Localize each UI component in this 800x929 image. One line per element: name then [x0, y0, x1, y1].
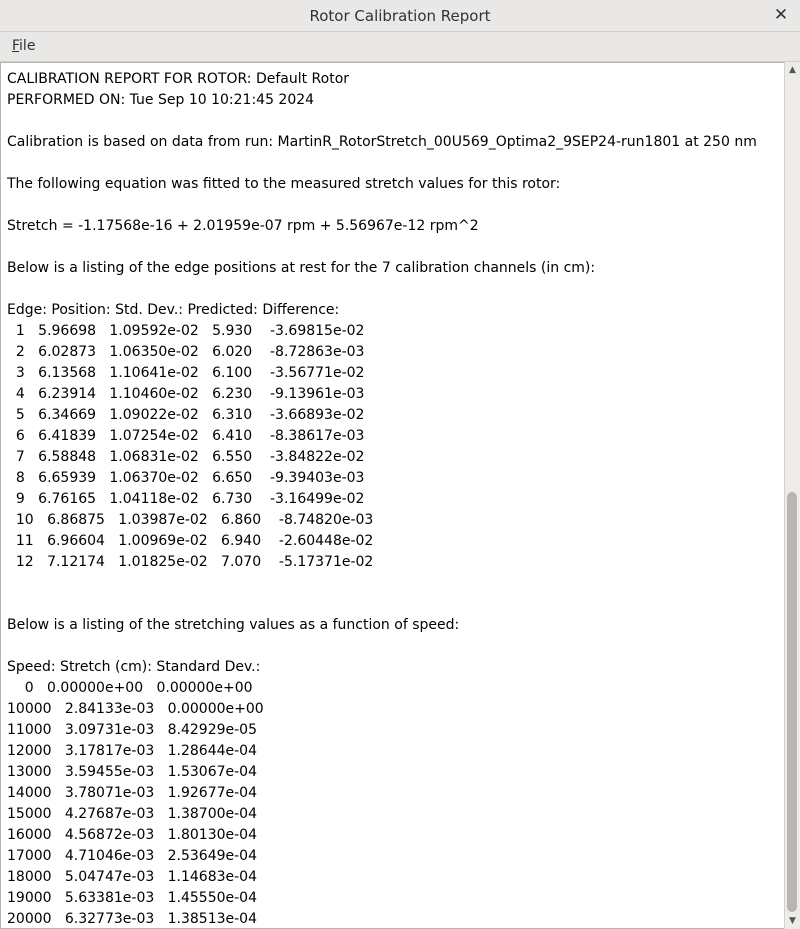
report-line: 5 6.34669 1.09022e-02 6.310 -3.66893e-02 [7, 407, 365, 423]
scroll-up-button[interactable]: ▲ [785, 63, 800, 77]
report-line: Speed: Stretch (cm): Standard Dev.: [7, 659, 261, 675]
report-line: 14000 3.78071e-03 1.92677e-04 [7, 785, 257, 801]
report-line: 6 6.41839 1.07254e-02 6.410 -8.38617e-03 [7, 428, 365, 444]
title-bar[interactable]: Rotor Calibration Report ✕ [0, 0, 800, 32]
report-line: 8 6.65939 1.06370e-02 6.650 -9.39403e-03 [7, 470, 365, 486]
report-line: 17000 4.71046e-03 2.53649e-04 [7, 848, 257, 864]
scroll-down-button[interactable]: ▼ [785, 914, 800, 928]
report-line: 18000 5.04747e-03 1.14683e-04 [7, 869, 257, 885]
report-line: 10000 2.84133e-03 0.00000e+00 [7, 701, 264, 717]
close-icon: ✕ [773, 5, 789, 25]
report-line: 10 6.86875 1.03987e-02 6.860 -8.74820e-0… [7, 512, 374, 528]
report-line: 20000 6.32773e-03 1.38513e-04 [7, 911, 257, 927]
report-line: 7 6.58848 1.06831e-02 6.550 -3.84822e-02 [7, 449, 365, 465]
report-line: Below is a listing of the edge positions… [7, 260, 596, 276]
chevron-up-icon: ▲ [789, 65, 796, 75]
report-line: 3 6.13568 1.10641e-02 6.100 -3.56771e-02 [7, 365, 365, 381]
menu-file-mnemonic: F [12, 38, 20, 54]
report-line: 11000 3.09731e-03 8.42929e-05 [7, 722, 257, 738]
report-line [7, 237, 784, 258]
report-line: Calibration is based on data from run: M… [7, 134, 757, 150]
window-title: Rotor Calibration Report [309, 7, 491, 25]
report-line [7, 111, 784, 132]
report-line: 15000 4.27687e-03 1.38700e-04 [7, 806, 257, 822]
report-line: 2 6.02873 1.06350e-02 6.020 -8.72863e-03 [7, 344, 365, 360]
report-line: 4 6.23914 1.10460e-02 6.230 -9.13961e-03 [7, 386, 365, 402]
report-line [7, 153, 784, 174]
report-line [7, 594, 784, 615]
vertical-scrollbar[interactable]: ▲ ▼ [784, 62, 800, 929]
report-line: 11 6.96604 1.00969e-02 6.940 -2.60448e-0… [7, 533, 374, 549]
report-text-area[interactable]: CALIBRATION REPORT FOR ROTOR: Default Ro… [0, 62, 784, 929]
report-line [7, 573, 784, 594]
report-line: Edge: Position: Std. Dev.: Predicted: Di… [7, 302, 340, 318]
report-line: The following equation was fitted to the… [7, 176, 561, 192]
report-line: Stretch = -1.17568e-16 + 2.01959e-07 rpm… [7, 218, 479, 234]
report-line [7, 195, 784, 216]
report-line: 16000 4.56872e-03 1.80130e-04 [7, 827, 257, 843]
menu-file[interactable]: File [12, 38, 35, 54]
close-button[interactable]: ✕ [770, 4, 792, 26]
report-line: Below is a listing of the stretching val… [7, 617, 460, 633]
report-line: 19000 5.63381e-03 1.45550e-04 [7, 890, 257, 906]
report-line [7, 636, 784, 657]
report-window: Rotor Calibration Report ✕ File CALIBRAT… [0, 0, 800, 929]
report-line [7, 279, 784, 300]
report-line: 13000 3.59455e-03 1.53067e-04 [7, 764, 257, 780]
report-line: PERFORMED ON: Tue Sep 10 10:21:45 2024 [7, 92, 315, 108]
report-line: 1 5.96698 1.09592e-02 5.930 -3.69815e-02 [7, 323, 365, 339]
chevron-down-icon: ▼ [789, 916, 796, 926]
report-line: 12000 3.17817e-03 1.28644e-04 [7, 743, 257, 759]
report-line: 0 0.00000e+00 0.00000e+00 [7, 680, 253, 696]
report-line: 12 7.12174 1.01825e-02 7.070 -5.17371e-0… [7, 554, 374, 570]
menu-bar: File [0, 32, 800, 62]
scrollbar-thumb[interactable] [787, 492, 797, 912]
report-line: 9 6.76165 1.04118e-02 6.730 -3.16499e-02 [7, 491, 365, 507]
report-line: CALIBRATION REPORT FOR ROTOR: Default Ro… [7, 71, 350, 87]
report-text: CALIBRATION REPORT FOR ROTOR: Default Ro… [1, 63, 784, 928]
menu-file-label: ile [19, 38, 36, 54]
